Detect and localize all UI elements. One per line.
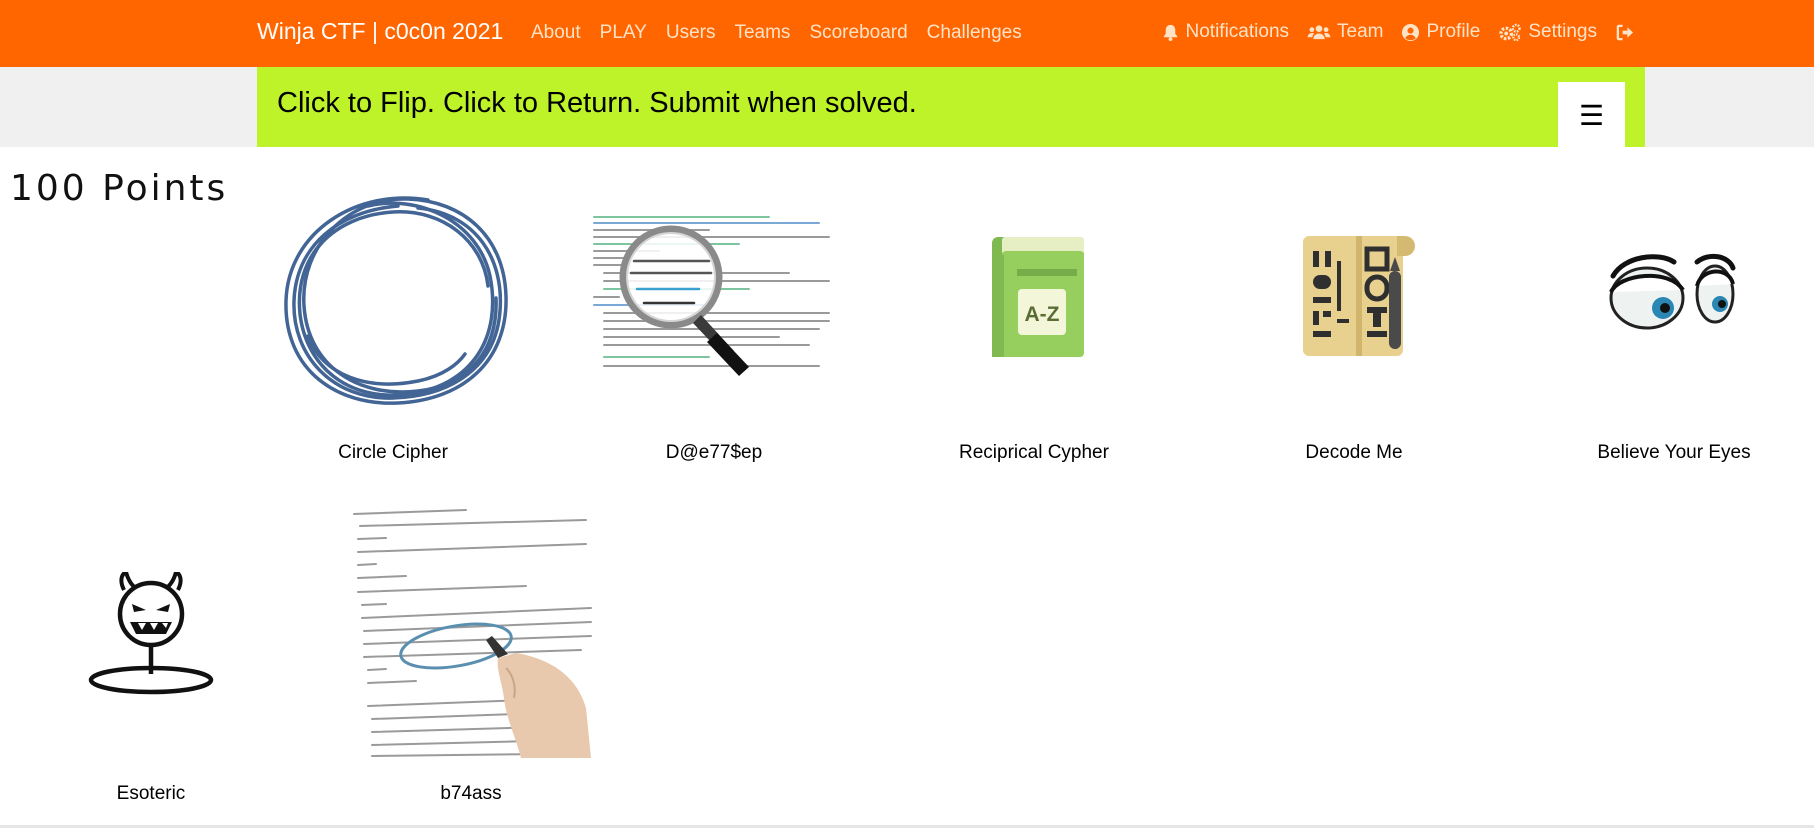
dictionary-book-icon: A-Z [909, 231, 1159, 361]
sign-out-icon [1615, 23, 1634, 42]
nav-users[interactable]: Users [666, 22, 716, 44]
nav-notifications-label: Notifications [1185, 21, 1290, 42]
challenge-card-reciprical-cypher[interactable]: A-Z Reciprical Cypher [909, 231, 1159, 476]
hand-marking-code-icon [346, 508, 596, 758]
top-navbar: Winja CTF | c0c0n 2021 About PLAY Users … [0, 0, 1814, 67]
nav-notifications[interactable]: Notifications [1161, 21, 1290, 43]
challenge-title: Believe Your Eyes [1597, 442, 1751, 463]
challenge-title: Circle Cipher [338, 442, 448, 463]
nav-play[interactable]: PLAY [600, 22, 647, 44]
hamburger-menu-button[interactable]: ☰ [1558, 82, 1625, 148]
user-nav: Notifications Team Profile Settings [1161, 21, 1634, 43]
nav-challenges[interactable]: Challenges [927, 22, 1022, 44]
devil-face-icon [26, 570, 276, 702]
challenge-title: D@e77$ep [665, 442, 763, 463]
challenge-card-deep[interactable]: D@e77$ep [589, 211, 839, 476]
brand-title[interactable]: Winja CTF | c0c0n 2021 [257, 18, 503, 45]
cartoon-eyes-icon [1549, 246, 1799, 346]
nav-scoreboard[interactable]: Scoreboard [809, 22, 907, 44]
instruction-banner: Click to Flip. Click to Return. Submit w… [257, 67, 1645, 148]
challenge-title: Decode Me [1305, 442, 1403, 463]
challenge-card-esoteric[interactable]: Esoteric [26, 570, 276, 817]
nav-profile-label: Profile [1426, 21, 1481, 42]
magnifier-code-icon [589, 211, 839, 391]
nav-profile[interactable]: Profile [1401, 21, 1480, 43]
cogs-icon [1498, 23, 1522, 42]
users-icon [1307, 23, 1331, 42]
nav-team-label: Team [1337, 21, 1384, 42]
nav-settings-label: Settings [1528, 21, 1597, 42]
svg-text:A-Z: A-Z [1025, 303, 1060, 326]
nav-teams[interactable]: Teams [734, 22, 790, 44]
banner-text: Click to Flip. Click to Return. Submit w… [277, 87, 917, 119]
challenge-card-decode-me[interactable]: Decode Me [1229, 231, 1479, 476]
nav-about[interactable]: About [531, 22, 581, 44]
challenge-card-believe-your-eyes[interactable]: Believe Your Eyes [1549, 246, 1799, 476]
points-category-heading: 100 Points [10, 168, 229, 209]
main-nav: About PLAY Users Teams Scoreboard Challe… [531, 22, 1022, 44]
bell-icon [1161, 23, 1180, 42]
nav-team[interactable]: Team [1307, 21, 1383, 43]
challenge-title: b74ass [440, 783, 502, 804]
scroll-glyphs-icon [1229, 231, 1479, 361]
nav-settings[interactable]: Settings [1498, 21, 1597, 43]
user-circle-icon [1401, 23, 1420, 42]
challenge-title: Reciprical Cypher [959, 442, 1109, 463]
scribble-circle-icon [268, 186, 518, 416]
challenge-card-b74ass[interactable]: b74ass [346, 508, 596, 817]
challenge-title: Esoteric [116, 783, 186, 804]
challenge-card-circle-cipher[interactable]: Circle Cipher [268, 186, 518, 476]
nav-logout[interactable] [1615, 23, 1634, 42]
